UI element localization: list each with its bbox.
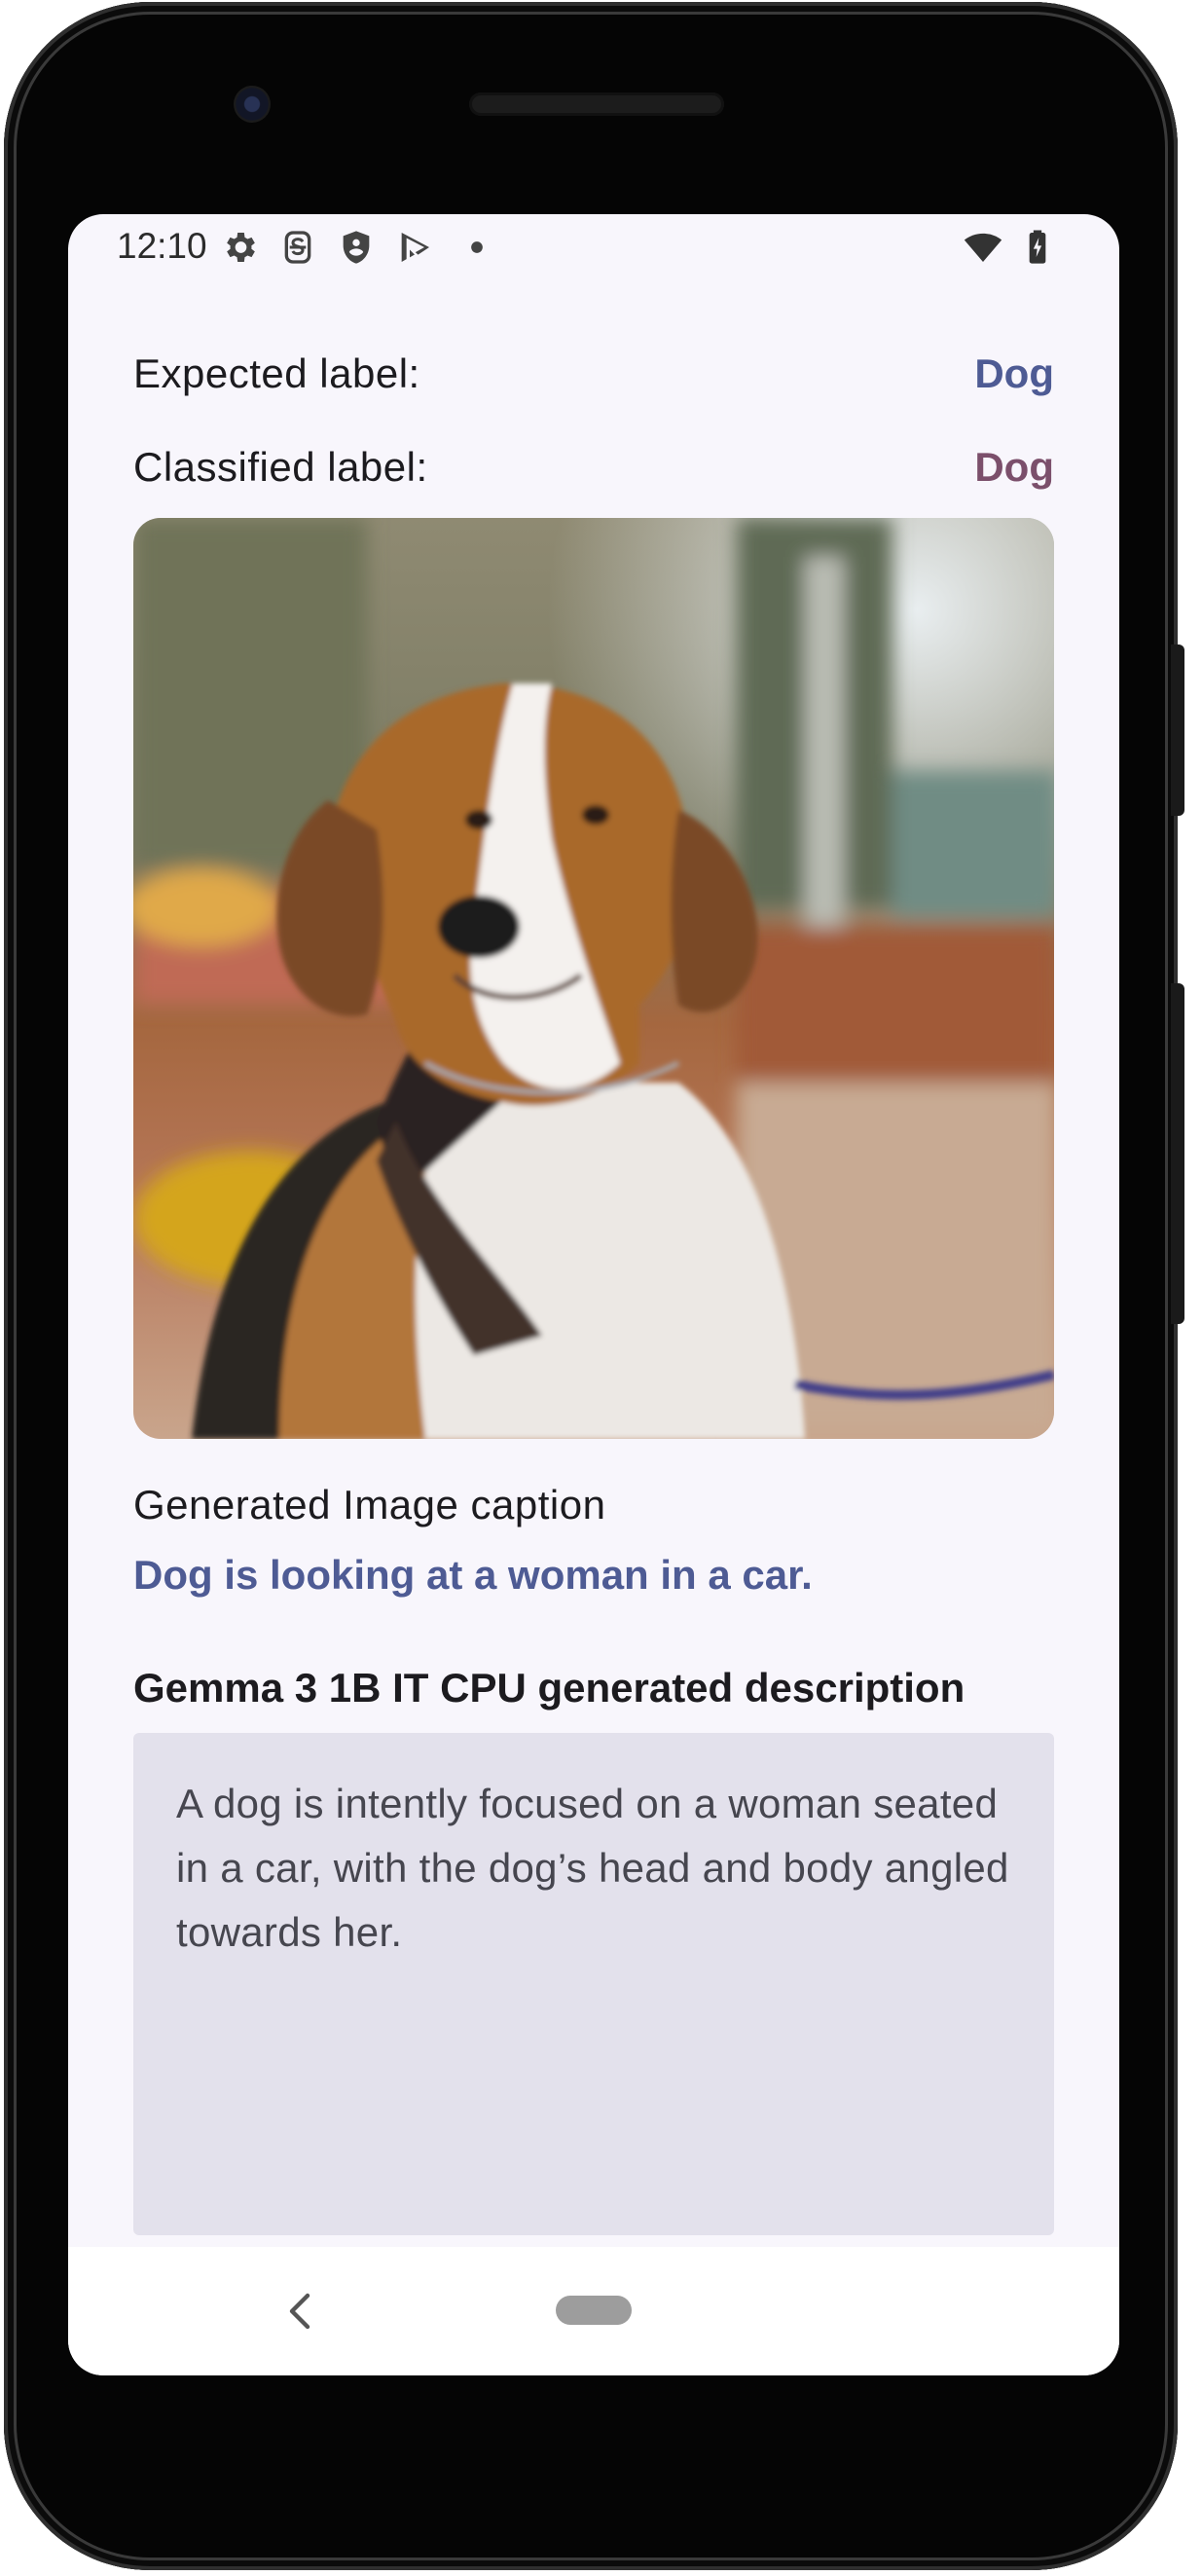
battery-charging-icon (1029, 230, 1046, 264)
home-pill-icon[interactable] (556, 2296, 632, 2325)
expected-label-value: Dog (974, 350, 1054, 396)
expected-label-row: Expected label: Dog (133, 350, 1054, 409)
dog-illustration (133, 518, 1054, 1439)
app-screen: 12:10 Expected label: Dog Classified lab… (68, 214, 1119, 2375)
power-button (1171, 644, 1184, 816)
status-time: 12:10 (117, 226, 207, 266)
status-bar: 12:10 (68, 214, 1119, 288)
s-badge-icon (284, 231, 311, 264)
back-icon[interactable] (280, 2288, 319, 2335)
dog-photo (133, 518, 1054, 1439)
earpiece-speaker (469, 92, 724, 116)
shield-icon (343, 231, 370, 264)
generated-caption-text: Dog is looking at a woman in a car. (133, 1552, 813, 1598)
gear-icon (227, 233, 255, 262)
description-text: A dog is intently focused on a woman sea… (176, 1781, 1009, 1955)
caption-heading: Generated Image caption (133, 1482, 606, 1527)
navigation-bar (68, 2247, 1119, 2375)
front-camera (234, 86, 271, 123)
expected-label-caption: Expected label: (133, 350, 420, 396)
classified-label-caption: Classified label: (133, 444, 428, 490)
description-title: Gemma 3 1B IT CPU generated description (133, 1665, 965, 1711)
classified-label-row: Classified label: Dog (133, 444, 1054, 502)
description-box: A dog is intently focused on a woman sea… (133, 1733, 1054, 2235)
play-store-icon (401, 233, 429, 262)
dot-icon (471, 241, 483, 253)
volume-button (1171, 983, 1184, 1324)
device-frame: 12:10 Expected label: Dog Classified lab… (0, 0, 1202, 2576)
classified-label-value: Dog (974, 444, 1054, 490)
wifi-icon (964, 233, 1002, 262)
